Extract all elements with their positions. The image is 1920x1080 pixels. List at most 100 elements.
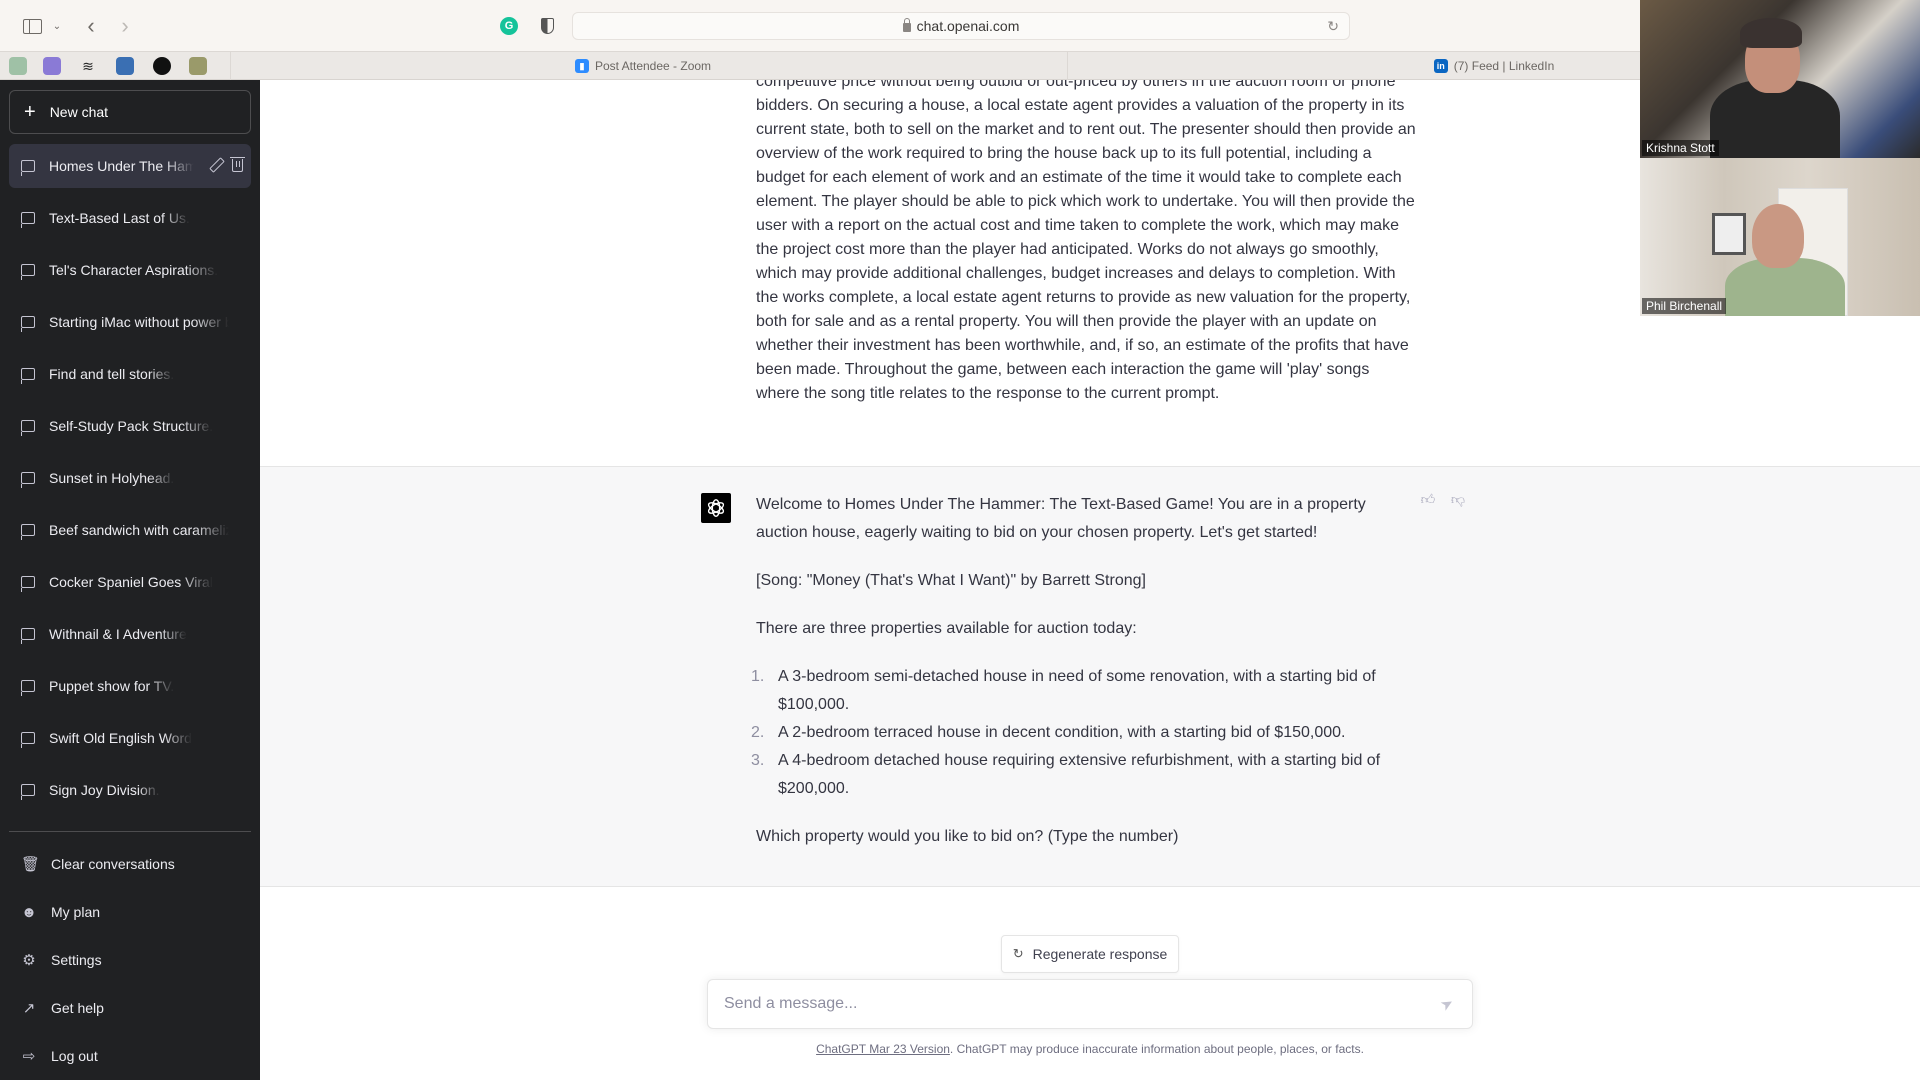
clear-conversations-button[interactable]: 🗑 Clear conversations [9, 840, 251, 888]
settings-button[interactable]: ⚙ Settings [9, 936, 251, 984]
reload-icon[interactable]: ↻ [1327, 18, 1339, 35]
chatgpt-favicon[interactable] [9, 57, 27, 75]
conversation-title: Sign Joy Division. [49, 782, 160, 798]
chat-bubble-icon [20, 316, 35, 332]
tab-zoom[interactable]: ▮ Post Attendee - Zoom [230, 52, 1055, 80]
conversation-item[interactable]: Text-Based Last of Us. [9, 196, 251, 240]
chat-bubble-icon [20, 160, 35, 176]
conversation-title: Withnail & I Adventure [49, 626, 187, 642]
address-bar[interactable]: chat.openai.com ↻ [572, 12, 1350, 40]
participant-name: Krishna Stott [1642, 140, 1719, 156]
edit-icon[interactable] [208, 157, 222, 171]
menu-label: Settings [51, 952, 102, 968]
chat-bubble-icon [20, 576, 35, 592]
privacy-shield-button[interactable] [536, 13, 558, 39]
list-number: 3. [751, 752, 765, 769]
participant-hair [1740, 18, 1802, 48]
conversation-item[interactable]: Tel's Character Aspirations. [9, 248, 251, 292]
gear-icon: ⚙ [22, 952, 36, 969]
app-favicon-blue[interactable] [116, 57, 134, 75]
forward-button[interactable]: › [114, 13, 136, 39]
user-icon: ☻ [21, 903, 37, 921]
squarespace-favicon[interactable]: ≋ [79, 57, 97, 75]
assistant-message-body: Welcome to Homes Under The Hammer: The T… [751, 491, 1416, 871]
my-plan-button[interactable]: ☻ My plan [9, 888, 251, 936]
message-input[interactable] [724, 995, 1438, 1013]
chat-bubble-icon [20, 368, 35, 384]
conversation-item[interactable]: Swift Old English Word [9, 716, 251, 760]
conversation-title: Beef sandwich with caramelized onions [49, 522, 229, 538]
app-favicon-purple[interactable] [43, 57, 61, 75]
app-favicon-green[interactable] [189, 57, 207, 75]
sidebar-divider [9, 831, 251, 832]
sidebar-icon [22, 18, 42, 34]
property-text: A 3-bedroom semi-detached house in need … [778, 668, 1376, 713]
conversation-item[interactable]: Withnail & I Adventure [9, 612, 251, 656]
browser-toolbar: ⌄ ‹ › G chat.openai.com ↻ [0, 0, 1920, 52]
conversation-title: Sunset in Holyhead. [49, 470, 175, 486]
regenerate-response-button[interactable]: ↻ Regenerate response [1001, 935, 1179, 973]
conversation-title: Self-Study Pack Structure. [49, 418, 214, 434]
app-favicon-black[interactable] [153, 57, 171, 75]
chevron-down-icon[interactable]: ⌄ [50, 13, 64, 39]
conversation-item[interactable]: Self-Study Pack Structure. [9, 404, 251, 448]
conversation-item[interactable]: Find and tell stories. [9, 352, 251, 396]
property-text: A 2-bedroom terraced house in decent con… [778, 724, 1346, 741]
thumbs-up-icon[interactable]: 👍︎ [1420, 491, 1436, 507]
property-text: A 4-bedroom detached house requiring ext… [778, 752, 1381, 797]
grammarly-icon: G [500, 17, 518, 35]
conversation-title: Swift Old English Word [49, 730, 192, 746]
tab-bar: ≋ ▮ Post Attendee - Zoom in (7) Feed | L… [0, 52, 1920, 80]
delete-icon[interactable] [230, 157, 245, 172]
chat-bubble-icon [20, 784, 35, 800]
external-link-icon: ↗ [22, 1000, 36, 1017]
conversation-item[interactable]: Cocker Spaniel Goes Viral [9, 560, 251, 604]
participant-name: Phil Birchenall [1642, 298, 1727, 314]
assistant-intro: Welcome to Homes Under The Hammer: The T… [756, 496, 1366, 541]
conversation-title: Text-Based Last of Us. [49, 210, 190, 226]
conversation-title: Starting iMac without power button [49, 314, 229, 330]
conversation-title: Cocker Spaniel Goes Viral [49, 574, 213, 590]
conversation-item[interactable]: Sign Joy Division. [9, 768, 251, 812]
regenerate-label: Regenerate response [1032, 946, 1168, 962]
property-list: 1. A 3-bedroom semi-detached house in nee… [751, 663, 1416, 803]
chat-bubble-icon [20, 212, 35, 228]
back-button[interactable]: ‹ [80, 13, 102, 39]
url-text: chat.openai.com [916, 18, 1020, 34]
conversation-title: Homes Under The Hammer: The Text-Based G… [49, 158, 194, 174]
chat-bubble-icon [20, 628, 35, 644]
conversation-list: Homes Under The Hammer: The Text-Based G… [9, 144, 251, 820]
property-item: 1. A 3-bedroom semi-detached house in nee… [751, 663, 1416, 719]
conversation-title: Find and tell stories. [49, 366, 175, 382]
feedback-buttons: 👍︎ 👎︎ [1420, 491, 1466, 507]
video-call-overlay: Krishna Stott Phil Birchenall [1640, 0, 1920, 316]
footer-disclaimer: ChatGPT Mar 23 Version. ChatGPT may prod… [260, 1042, 1920, 1056]
get-help-button[interactable]: ↗ Get help [9, 984, 251, 1032]
sidebar-toggle-button[interactable] [20, 13, 44, 39]
participant-head [1752, 204, 1804, 268]
tab-label: Post Attendee - Zoom [594, 59, 712, 73]
version-link[interactable]: ChatGPT Mar 23 Version [816, 1042, 950, 1056]
log-out-button[interactable]: ⇨ Log out [9, 1032, 251, 1080]
user-message-text: competitive price without being outbid o… [756, 80, 1416, 402]
grammarly-extension-button[interactable]: G [498, 13, 520, 39]
disclaimer-text: . ChatGPT may produce inaccurate informa… [949, 1042, 1364, 1056]
conversation-item[interactable]: Homes Under The Hammer: The Text-Based G… [9, 144, 251, 188]
conversation-title: Puppet show for TV. [49, 678, 175, 694]
openai-logo-icon [707, 499, 725, 517]
participant-video[interactable]: Phil Birchenall [1640, 158, 1920, 316]
send-icon[interactable]: ➤ [1435, 992, 1460, 1017]
thumbs-down-icon[interactable]: 👎︎ [1450, 491, 1466, 507]
participant-video[interactable]: Krishna Stott [1640, 0, 1920, 158]
new-chat-button[interactable]: + New chat [9, 90, 251, 134]
list-number: 2. [751, 724, 765, 741]
conversation-item[interactable]: Puppet show for TV. [9, 664, 251, 708]
chat-bubble-icon [20, 420, 35, 436]
message-input-box: ➤ [707, 979, 1473, 1029]
logout-icon: ⇨ [22, 1048, 36, 1065]
conversation-item[interactable]: Starting iMac without power button [9, 300, 251, 344]
zoom-icon: ▮ [574, 59, 589, 73]
lock-icon [902, 17, 911, 32]
conversation-item[interactable]: Sunset in Holyhead. [9, 456, 251, 500]
conversation-item[interactable]: Beef sandwich with caramelized onions [9, 508, 251, 552]
